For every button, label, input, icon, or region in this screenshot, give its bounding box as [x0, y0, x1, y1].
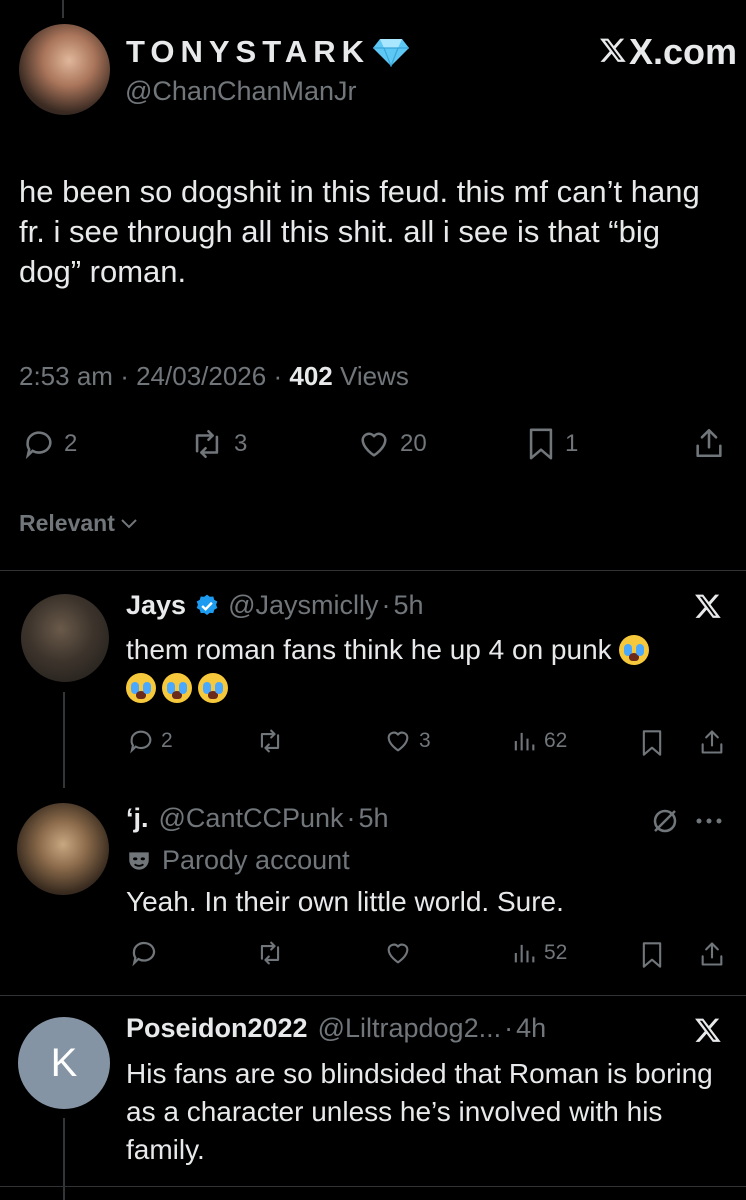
loudly-crying-face-icon — [162, 673, 192, 703]
sort-label: Relevant — [19, 510, 115, 536]
main-tweet-text: he been so dogshit in this feud. this mf… — [19, 174, 700, 289]
source-label-text: X.com — [629, 31, 738, 72]
divider — [0, 1186, 746, 1187]
reply2-text: Yeah. In their own little world. Sure. — [126, 886, 564, 917]
reply3-text: His fans are so blindsided that Roman is… — [126, 1058, 713, 1165]
reply-count: 2 — [64, 430, 78, 457]
reply1-name[interactable]: Jays — [126, 590, 186, 621]
reply1-like-button[interactable]: 3 — [383, 727, 431, 755]
more-options-icon[interactable] — [694, 814, 724, 828]
reply-icon — [127, 727, 155, 755]
verified-icon — [194, 593, 220, 619]
reply3-avatar[interactable]: K — [18, 1017, 110, 1109]
bookmark-icon[interactable] — [640, 729, 664, 757]
divider — [0, 995, 746, 996]
reply3-header: Poseidon2022 @Liltrapdog2... · 4h — [126, 1013, 547, 1044]
share-icon — [692, 425, 726, 461]
reply1-handle[interactable]: @Jaysmiclly — [228, 590, 378, 621]
reply-icon — [22, 427, 56, 461]
bookmark-icon — [525, 427, 557, 461]
reply1-reply-button[interactable]: 2 — [127, 727, 173, 755]
x-logo-icon — [693, 1016, 723, 1044]
reply-icon[interactable] — [129, 938, 159, 968]
main-name-text: TONYSTARK — [126, 34, 371, 69]
reply2-handle[interactable]: @CantCCPunk — [159, 803, 344, 834]
repost-icon — [188, 427, 226, 461]
reply1-repost-button[interactable] — [255, 727, 285, 755]
share-button[interactable] — [692, 425, 726, 461]
slashed-circle-icon — [650, 806, 680, 836]
reply1-avatar[interactable] — [21, 594, 109, 682]
thread-line — [63, 692, 65, 788]
share-icon[interactable] — [698, 939, 726, 969]
heart-icon — [383, 727, 413, 755]
bookmark-icon[interactable] — [640, 941, 664, 969]
reply1-time[interactable]: 5h — [394, 590, 424, 621]
loudly-crying-face-icon — [198, 673, 228, 703]
diamond-icon — [372, 37, 410, 67]
reply3-name[interactable]: Poseidon2022 — [126, 1013, 308, 1044]
reply2-time[interactable]: 5h — [359, 803, 389, 834]
mask-icon — [126, 848, 152, 874]
repost-icon[interactable] — [255, 939, 285, 967]
share-icon[interactable] — [698, 727, 726, 757]
reply1-text: them roman fans think he up 4 on punk — [126, 631, 726, 707]
source-label: X.com — [598, 31, 737, 73]
reply2-name[interactable]: ‘j. — [126, 803, 149, 834]
chevron-down-icon — [119, 517, 139, 531]
bookmark-button[interactable]: 1 — [525, 427, 578, 461]
heart-icon — [356, 427, 392, 461]
main-time[interactable]: 2:53 am — [19, 361, 113, 391]
sort-dropdown[interactable]: Relevant — [19, 510, 139, 537]
reply2-views-button[interactable]: 52 — [510, 939, 567, 967]
loudly-crying-face-icon — [619, 635, 650, 665]
x-logo-icon — [693, 592, 723, 620]
like-button[interactable]: 20 — [356, 427, 427, 461]
analytics-icon — [510, 727, 538, 755]
heart-icon[interactable] — [383, 939, 413, 967]
main-views-label: Views — [340, 361, 409, 391]
main-avatar[interactable] — [19, 24, 110, 115]
reply-button[interactable]: 2 — [22, 427, 77, 461]
reply1-views-button[interactable]: 62 — [510, 727, 567, 755]
reply2-avatar[interactable] — [17, 803, 109, 895]
main-handle[interactable]: @ChanChanManJr — [125, 76, 357, 107]
divider — [0, 570, 746, 571]
analytics-icon — [510, 939, 538, 967]
parody-label: Parody account — [162, 845, 350, 875]
reply3-time[interactable]: 4h — [516, 1013, 546, 1044]
loudly-crying-face-icon — [126, 673, 156, 703]
main-meta: 2:53 am · 24/03/2026 · 402 Views — [19, 361, 409, 391]
reply2-header: ‘j. @CantCCPunk · 5h — [126, 803, 389, 834]
avatar-letter: K — [50, 1040, 78, 1085]
repost-count: 3 — [234, 430, 248, 457]
reply3-handle[interactable]: @Liltrapdog2... — [318, 1013, 502, 1044]
repost-button[interactable]: 3 — [188, 427, 247, 461]
like-count: 20 — [400, 430, 427, 457]
main-display-name[interactable]: TONYSTARK — [126, 34, 410, 70]
reply1-header: Jays @Jaysmiclly · 5h — [126, 590, 424, 621]
parody-badge: Parody account — [126, 845, 350, 876]
bookmark-count: 1 — [565, 430, 579, 457]
repost-icon — [255, 727, 285, 755]
main-views-count: 402 — [289, 361, 333, 391]
main-date[interactable]: 24/03/2026 — [136, 361, 266, 391]
thread-line — [63, 1118, 65, 1200]
